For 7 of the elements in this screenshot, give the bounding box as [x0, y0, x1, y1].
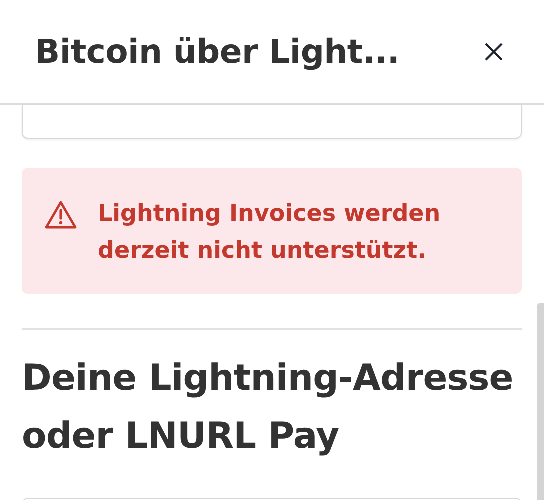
input-field[interactable] [22, 105, 522, 139]
scrollbar[interactable] [537, 303, 544, 500]
warning-icon [44, 200, 78, 230]
dialog-title: Bitcoin über Light... [35, 32, 400, 71]
close-icon [484, 42, 504, 62]
section-heading: Deine Lightning-Adresse oder LNURL Pay [22, 357, 514, 459]
alert-message: Lightning Invoices werden derzeit nicht unterstützt. [98, 200, 442, 266]
